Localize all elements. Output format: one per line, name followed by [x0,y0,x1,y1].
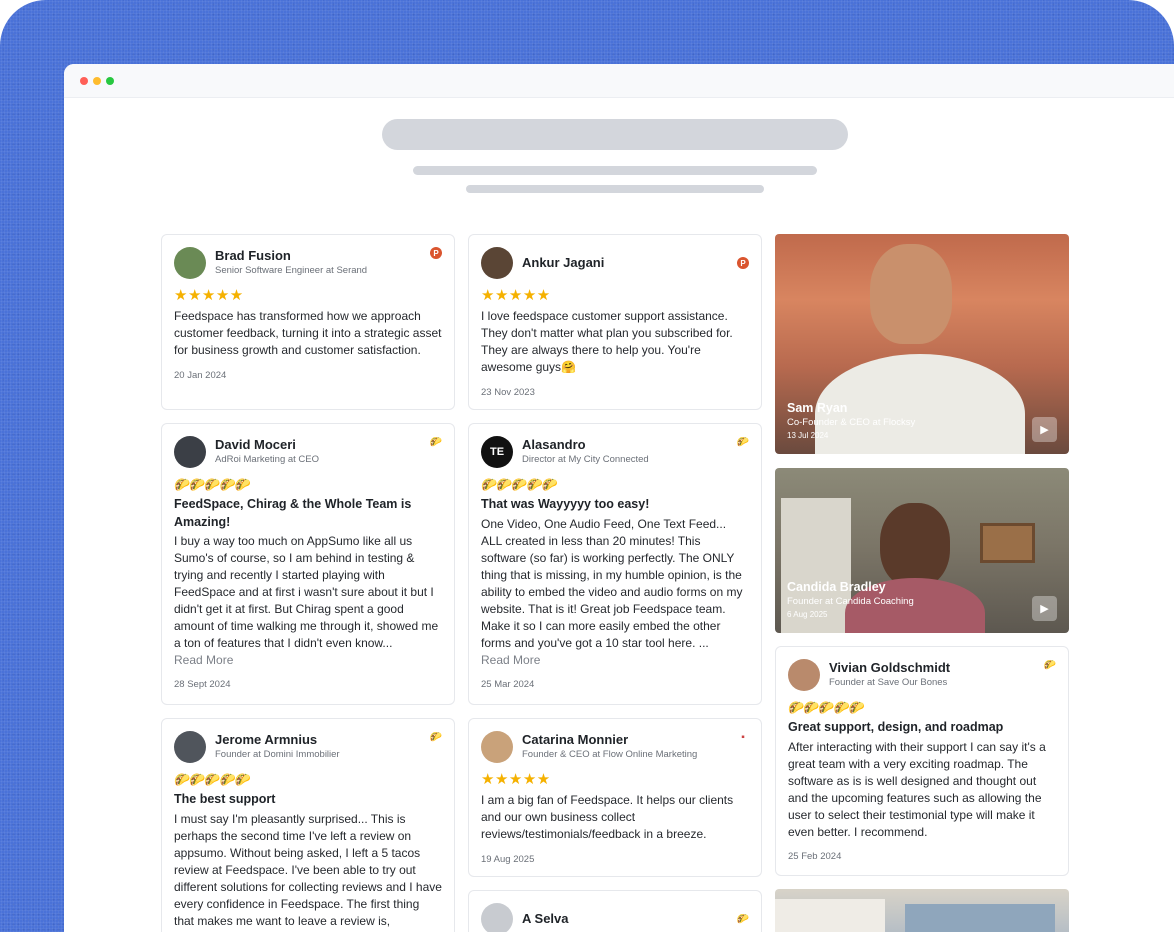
review-date: 25 Mar 2024 [481,678,535,690]
video-bookshelf [775,899,885,932]
review-date: 23 Nov 2023 [481,387,535,398]
reviewer-name: Brad Fusion [215,248,291,263]
review-date: 20 Jan 2024 [174,370,227,381]
reviewer-name: Catarina Monnier [522,732,629,747]
play-button[interactable]: ▶ [1032,417,1057,442]
avatar [174,247,206,279]
review-text: After interacting with their support I c… [788,739,1046,839]
taco-rating: 🌮🌮🌮🌮🌮 [788,700,865,715]
reviewer-name: Vivian Goldschmidt [829,660,951,675]
video-wall-frame [980,523,1035,563]
window-titlebar [64,64,1174,98]
review-card-selva[interactable]: A Selva 🌮 [468,890,762,932]
reviewer-role: Senior Software Engineer at Serand [215,265,368,276]
reviewer-role: AdRoi Marketing at CEO [215,454,320,465]
play-button[interactable]: ▶ [1032,596,1057,621]
video-testimonial-candida[interactable]: Candida Bradley Founder at Candida Coach… [775,468,1069,633]
taco-rating: 🌮🌮🌮🌮🌮 [174,477,251,492]
review-date: 25 Feb 2024 [788,850,842,862]
avatar [174,436,206,468]
avatar [481,903,513,932]
reviewer-role: Founder at Save Our Bones [829,677,948,688]
reviewer-role: Director at My City Connected [522,454,649,465]
review-text: I must say I'm pleasantly surprised... T… [174,811,442,928]
review-title: FeedSpace, Chirag & the Whole Team is Am… [174,497,412,529]
avatar [788,659,820,691]
minimize-window-dot[interactable] [93,76,101,85]
review-card-jerome[interactable]: Jerome Armnius Founder at Domini Immobil… [161,718,455,932]
maximize-window-dot[interactable] [106,76,114,85]
review-text: I love feedspace customer support assist… [481,309,733,374]
review-card-david[interactable]: David Moceri AdRoi Marketing at CEO 🌮 🌮🌮… [161,423,455,705]
review-card-vivian[interactable]: Vivian Goldschmidt Founder at Save Our B… [775,646,1069,876]
reviewer-name: David Moceri [215,437,296,452]
video-subject-head [870,244,952,344]
review-card-brad[interactable]: Brad Fusion Senior Software Engineer at … [161,234,455,410]
reviewer-name: Jerome Armnius [215,732,318,747]
avatar [481,731,513,763]
read-more-link[interactable]: Read More [174,652,442,669]
review-text: One Video, One Audio Feed, One Text Feed… [481,516,743,650]
review-card-alasandro[interactable]: TE Alasandro Director at My City Connect… [468,423,762,705]
taco-icon: 🌮 [429,731,443,743]
star-rating: ★★★★★ [481,771,551,788]
subheading-placeholder-2 [466,185,764,193]
star-rating: ★★★★★ [481,287,551,304]
taco-icon: 🌮 [429,436,443,448]
video-wall-map [905,904,1055,932]
review-text: Feedspace has transformed how we approac… [174,309,442,357]
close-window-dot[interactable] [80,76,88,85]
video-name: Candida Bradley [787,580,886,594]
subheading-placeholder-1 [413,166,817,175]
video-testimonial-partial[interactable] [775,889,1069,932]
review-card-catarina[interactable]: Catarina Monnier Founder & CEO at Flow O… [468,718,762,877]
reviewer-name: A Selva [522,911,569,926]
video-date: 6 Aug 2025 [787,610,828,619]
heading-placeholder [382,119,848,150]
video-name: Sam Ryan [787,401,848,415]
review-date: 28 Sept 2024 [174,679,231,690]
play-icon: ▶ [1040,603,1049,615]
reviewer-name: Alasandro [522,437,586,452]
browser-window: Brad Fusion Senior Software Engineer at … [64,64,1174,932]
play-icon: ▶ [1040,424,1049,436]
video-role: Founder at Candida Coaching [787,596,914,607]
taco-rating: 🌮🌮🌮🌮🌮 [174,772,251,787]
review-text: I am a big fan of Feedspace. It helps ou… [481,793,734,841]
review-title: The best support [174,792,276,806]
review-title: That was Wayyyyy too easy! [481,497,650,511]
read-more-link[interactable]: Read More [481,652,749,669]
avatar: TE [481,436,513,468]
producthunt-icon: P [430,247,442,259]
review-card-ankur[interactable]: Ankur Jagani P ★★★★★ I love feedspace cu… [468,234,762,410]
taco-rating: 🌮🌮🌮🌮🌮 [481,477,558,492]
video-date: 13 Jul 2024 [787,431,829,440]
taco-icon: 🌮 [736,913,750,925]
taco-icon: 🌮 [1043,659,1057,671]
video-subject-head [880,503,950,588]
avatar [481,247,513,279]
video-role: Co-Founder & CEO at Flocksy [787,417,916,428]
star-rating: ★★★★★ [174,287,244,304]
reviewer-name: Ankur Jagani [522,255,605,270]
producthunt-icon: P [737,257,749,269]
image-icon: ▪ [741,731,745,743]
reviewer-role: Founder & CEO at Flow Online Marketing [522,749,698,760]
taco-icon: 🌮 [736,436,750,448]
review-text: I buy a way too much on AppSumo like all… [174,534,439,650]
video-testimonial-sam[interactable]: Sam Ryan Co-Founder & CEO at Flocksy 13 … [775,234,1069,454]
review-date: 19 Aug 2025 [481,854,535,865]
reviewer-role: Founder at Domini Immobilier [215,749,340,760]
review-title: Great support, design, and roadmap [788,720,1004,734]
avatar [174,731,206,763]
